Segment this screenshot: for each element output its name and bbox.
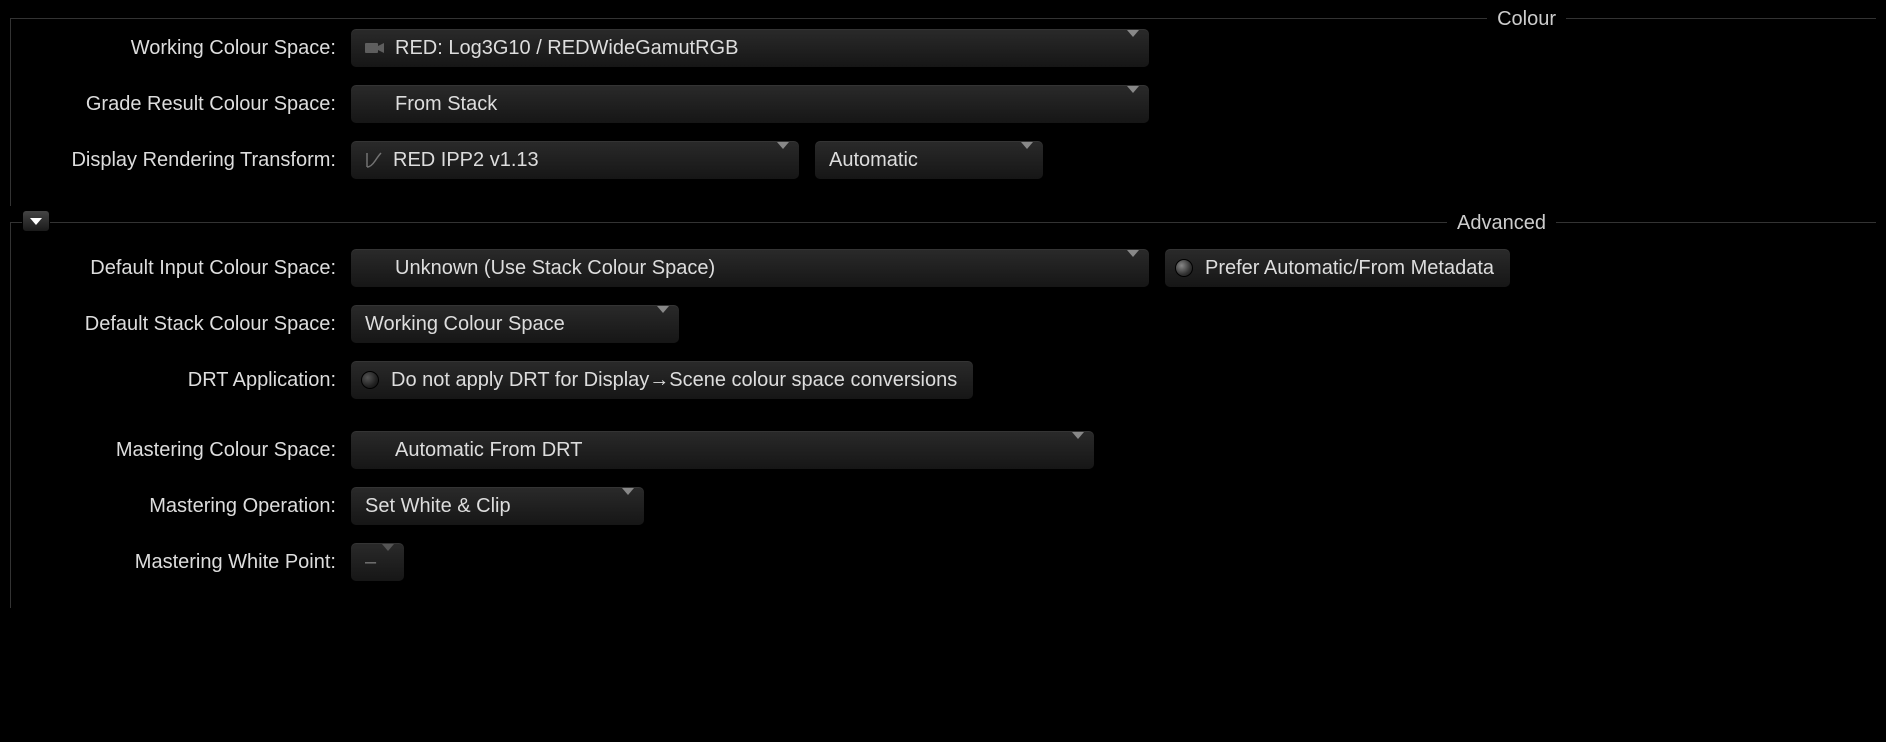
advanced-section: Advanced Default Input Colour Space: Unk… <box>10 212 1876 608</box>
drt-application-row: DRT Application: Do not apply DRT for Di… <box>20 360 1866 400</box>
mastering-white-point-row: Mastering White Point: – <box>20 542 1866 582</box>
colour-section: Colour Working Colour Space: RED: Log3G1… <box>10 8 1876 206</box>
drt-application-value: Do not apply DRT for Display→Scene colou… <box>391 369 957 392</box>
chevron-down-icon <box>602 495 634 518</box>
section-border-left <box>10 18 11 206</box>
grade-result-colour-space-row: Grade Result Colour Space: From Stack <box>20 84 1866 124</box>
default-stack-colour-space-label: Default Stack Colour Space: <box>20 313 350 336</box>
section-divider <box>10 222 1876 223</box>
triangle-down-icon <box>30 218 42 225</box>
mastering-operation-row: Mastering Operation: Set White & Clip <box>20 486 1866 526</box>
default-input-colour-space-row: Default Input Colour Space: Unknown (Use… <box>20 248 1866 288</box>
mastering-operation-label: Mastering Operation: <box>20 495 350 518</box>
mastering-colour-space-label: Mastering Colour Space: <box>20 439 350 462</box>
chevron-down-icon <box>376 551 394 574</box>
chevron-down-icon <box>1107 257 1139 280</box>
chevron-down-icon <box>757 149 789 172</box>
prefer-automatic-checkbox[interactable]: Prefer Automatic/From Metadata <box>1164 248 1511 288</box>
grade-result-colour-space-dropdown[interactable]: From Stack <box>350 84 1150 124</box>
mastering-operation-dropdown[interactable]: Set White & Clip <box>350 486 645 526</box>
mastering-white-point-value: – <box>365 551 376 574</box>
colour-section-title: Colour <box>1487 8 1566 31</box>
default-stack-colour-space-value: Working Colour Space <box>365 313 565 336</box>
default-input-colour-space-label: Default Input Colour Space: <box>20 257 350 280</box>
chevron-down-icon <box>1107 93 1139 116</box>
display-rendering-mode-dropdown[interactable]: Automatic <box>814 140 1044 180</box>
default-input-colour-space-dropdown[interactable]: Unknown (Use Stack Colour Space) <box>350 248 1150 288</box>
display-rendering-transform-dropdown[interactable]: RED IPP2 v1.13 <box>350 140 800 180</box>
mastering-operation-value: Set White & Clip <box>365 495 511 518</box>
chevron-down-icon <box>1107 37 1139 60</box>
drt-application-checkbox[interactable]: Do not apply DRT for Display→Scene colou… <box>350 360 974 400</box>
default-stack-colour-space-row: Default Stack Colour Space: Working Colo… <box>20 304 1866 344</box>
mastering-white-point-dropdown[interactable]: – <box>350 542 405 582</box>
working-colour-space-value: RED: Log3G10 / REDWideGamutRGB <box>395 37 738 60</box>
chevron-down-icon <box>1001 149 1033 172</box>
mastering-colour-space-value: Automatic From DRT <box>395 439 582 462</box>
section-collapse-toggle[interactable] <box>22 210 50 232</box>
chevron-down-icon <box>637 313 669 336</box>
mastering-colour-space-dropdown[interactable]: Automatic From DRT <box>350 430 1095 470</box>
default-stack-colour-space-dropdown[interactable]: Working Colour Space <box>350 304 680 344</box>
section-divider <box>10 18 1876 19</box>
default-input-colour-space-value: Unknown (Use Stack Colour Space) <box>395 257 715 280</box>
display-rendering-transform-row: Display Rendering Transform: RED IPP2 v1… <box>20 140 1866 180</box>
curve-icon <box>365 151 383 169</box>
display-rendering-transform-label: Display Rendering Transform: <box>20 149 350 172</box>
section-border-left <box>10 222 11 608</box>
chevron-down-icon <box>1052 439 1084 462</box>
radio-icon <box>1175 259 1193 277</box>
working-colour-space-row: Working Colour Space: RED: Log3G10 / RED… <box>20 28 1866 68</box>
mastering-colour-space-row: Mastering Colour Space: Automatic From D… <box>20 430 1866 470</box>
advanced-section-title: Advanced <box>1447 212 1556 235</box>
grade-result-colour-space-label: Grade Result Colour Space: <box>20 93 350 116</box>
camera-icon <box>365 41 385 55</box>
mastering-white-point-label: Mastering White Point: <box>20 551 350 574</box>
prefer-automatic-label: Prefer Automatic/From Metadata <box>1205 257 1494 280</box>
grade-result-colour-space-value: From Stack <box>395 93 497 116</box>
working-colour-space-label: Working Colour Space: <box>20 37 350 60</box>
display-rendering-mode-value: Automatic <box>829 149 918 172</box>
radio-icon <box>361 371 379 389</box>
working-colour-space-dropdown[interactable]: RED: Log3G10 / REDWideGamutRGB <box>350 28 1150 68</box>
display-rendering-transform-value: RED IPP2 v1.13 <box>393 149 539 172</box>
drt-application-label: DRT Application: <box>20 369 350 392</box>
